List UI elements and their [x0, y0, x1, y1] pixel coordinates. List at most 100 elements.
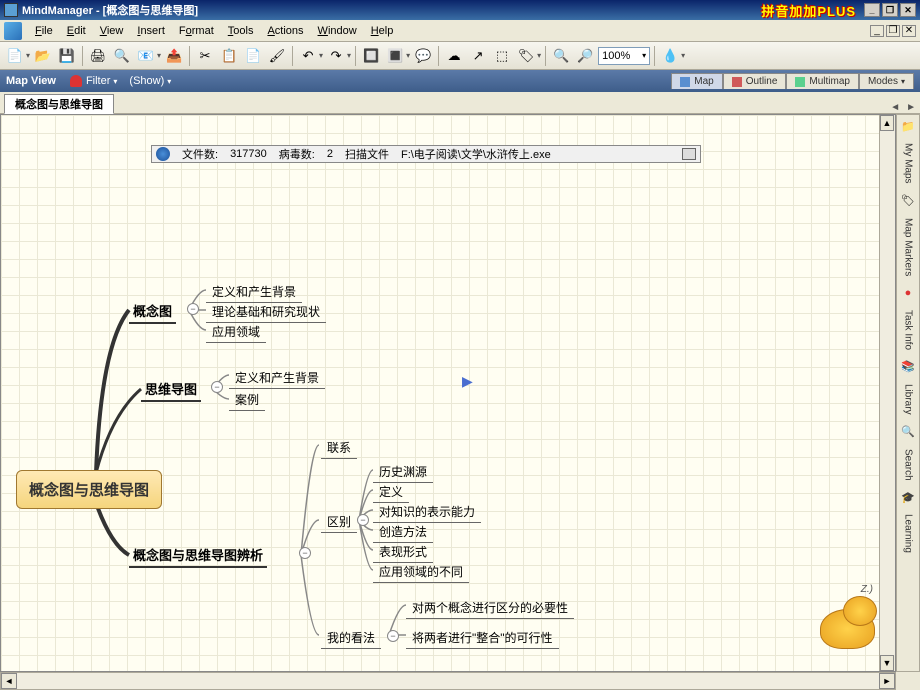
- node-n3b6[interactable]: 应用领域的不同: [373, 561, 469, 583]
- doc-icon[interactable]: [4, 22, 22, 40]
- expand-toggle[interactable]: −: [387, 630, 399, 642]
- expand-toggle[interactable]: −: [357, 514, 369, 526]
- scroll-right[interactable]: ►: [879, 673, 895, 689]
- play-marker-icon[interactable]: ▶: [462, 373, 473, 390]
- preview-button[interactable]: 🔍: [111, 45, 133, 67]
- doc-tab[interactable]: 概念图与思维导图: [4, 94, 114, 114]
- dropdown-icon[interactable]: ▾: [681, 51, 685, 60]
- undo-button[interactable]: ↶: [297, 45, 319, 67]
- expand-toggle[interactable]: −: [187, 303, 199, 315]
- cloud-button[interactable]: ☁: [443, 45, 465, 67]
- filter-button[interactable]: Filter▾: [70, 75, 117, 87]
- vertical-scrollbar[interactable]: ▲ ▼: [879, 115, 895, 671]
- node-n3c[interactable]: 我的看法: [321, 627, 381, 649]
- node-n3b[interactable]: 区别: [321, 511, 357, 533]
- boundary-button[interactable]: ⬚: [491, 45, 513, 67]
- scroll-left[interactable]: ◄: [1, 673, 17, 689]
- taskinfo-icon[interactable]: ●: [901, 286, 915, 300]
- zoom-out-button[interactable]: 🔍: [550, 45, 572, 67]
- menu-window[interactable]: Window: [311, 23, 364, 39]
- close-button[interactable]: ✕: [900, 3, 916, 17]
- redo-button[interactable]: ↷: [325, 45, 347, 67]
- horizontal-scrollbar[interactable]: ◄ ►: [0, 672, 896, 690]
- dropdown-icon[interactable]: ▾: [537, 51, 541, 60]
- topic-button[interactable]: 🔲: [360, 45, 382, 67]
- side-mymaps[interactable]: My Maps: [901, 137, 916, 190]
- mymaps-icon[interactable]: 📁: [901, 119, 915, 133]
- menu-help[interactable]: Help: [364, 23, 401, 39]
- mdi-restore[interactable]: ❐: [886, 25, 900, 37]
- expand-toggle[interactable]: −: [299, 547, 311, 559]
- node-n3b5[interactable]: 表现形式: [373, 541, 433, 563]
- tab-multimap[interactable]: Multimap: [786, 73, 859, 89]
- menu-file[interactable]: File: [28, 23, 60, 39]
- side-search[interactable]: Search: [901, 443, 916, 487]
- node-n1c[interactable]: 应用领域: [206, 321, 266, 343]
- node-concept-map[interactable]: 概念图: [129, 299, 176, 324]
- relationship-button[interactable]: ↗: [467, 45, 489, 67]
- zoom-select[interactable]: 100%▾: [598, 47, 650, 65]
- dropdown-icon[interactable]: ▾: [406, 51, 410, 60]
- dropdown-icon[interactable]: ▾: [26, 51, 30, 60]
- save-button[interactable]: 💾: [56, 45, 78, 67]
- side-learning[interactable]: Learning: [901, 508, 916, 559]
- side-taskinfo[interactable]: Task Info: [901, 304, 916, 356]
- learning-icon[interactable]: 🎓: [901, 490, 915, 504]
- node-mindmap[interactable]: 思维导图: [141, 377, 201, 402]
- node-analysis[interactable]: 概念图与思维导图辨析: [129, 543, 267, 568]
- show-button[interactable]: (Show)▾: [129, 75, 171, 87]
- subtopic-button[interactable]: 🔳: [384, 45, 406, 67]
- tab-prev[interactable]: ◄: [890, 102, 900, 113]
- node-n3c2[interactable]: 将两者进行"整合"的可行性: [406, 627, 559, 649]
- node-n2b[interactable]: 案例: [229, 389, 265, 411]
- mdi-close[interactable]: ✕: [902, 25, 916, 37]
- restore-button[interactable]: ❐: [882, 3, 898, 17]
- menu-tools[interactable]: Tools: [221, 23, 261, 39]
- zoom-in-button[interactable]: 🔎: [574, 45, 596, 67]
- tab-next[interactable]: ►: [906, 102, 916, 113]
- open-button[interactable]: 📂: [32, 45, 54, 67]
- menu-view[interactable]: View: [93, 23, 131, 39]
- minimize-button[interactable]: _: [864, 3, 880, 17]
- library-icon[interactable]: 📚: [901, 360, 915, 374]
- format-painter-button[interactable]: 🖌: [266, 45, 288, 67]
- markers-icon[interactable]: 🏷: [901, 194, 915, 208]
- node-n3b2[interactable]: 定义: [373, 481, 409, 503]
- menu-format[interactable]: Format: [172, 23, 221, 39]
- marker-button[interactable]: 🏷: [515, 45, 537, 67]
- lion-mascot[interactable]: Z.): [805, 594, 875, 649]
- side-markers[interactable]: Map Markers: [901, 212, 916, 282]
- cut-button[interactable]: ✂: [194, 45, 216, 67]
- dropdown-icon[interactable]: ▾: [157, 51, 161, 60]
- root-node[interactable]: 概念图与思维导图: [16, 470, 162, 509]
- side-library[interactable]: Library: [901, 378, 916, 421]
- callout-button[interactable]: 💬: [412, 45, 434, 67]
- paste-button[interactable]: 📄: [242, 45, 264, 67]
- dropdown-icon[interactable]: ▾: [347, 51, 351, 60]
- tab-map[interactable]: Map: [671, 73, 722, 89]
- tab-outline[interactable]: Outline: [723, 73, 787, 89]
- copy-button[interactable]: 📋: [218, 45, 240, 67]
- node-n3c1[interactable]: 对两个概念进行区分的必要性: [406, 597, 574, 619]
- scroll-down[interactable]: ▼: [880, 655, 894, 671]
- fit-button[interactable]: 💧: [659, 45, 681, 67]
- new-button[interactable]: 📄: [4, 45, 26, 67]
- menu-edit[interactable]: Edit: [60, 23, 93, 39]
- node-n3a[interactable]: 联系: [321, 437, 357, 459]
- map-canvas[interactable]: 文件数: 317730 病毒数: 2 扫描文件 F:\电子阅读\文学\水浒传上.…: [0, 114, 896, 672]
- scroll-track[interactable]: [880, 131, 895, 655]
- search-icon[interactable]: 🔍: [901, 425, 915, 439]
- node-n2a[interactable]: 定义和产生背景: [229, 367, 325, 389]
- expand-toggle[interactable]: −: [211, 381, 223, 393]
- scroll-track[interactable]: [17, 673, 879, 689]
- dropdown-icon[interactable]: ▾: [319, 51, 323, 60]
- node-n1b[interactable]: 理论基础和研究现状: [206, 301, 326, 323]
- scroll-up[interactable]: ▲: [880, 115, 894, 131]
- send-button[interactable]: 📧: [135, 45, 157, 67]
- menu-insert[interactable]: Insert: [130, 23, 172, 39]
- print-button[interactable]: 🖨: [87, 45, 109, 67]
- tab-modes[interactable]: Modes▾: [859, 73, 914, 89]
- node-n3b1[interactable]: 历史渊源: [373, 461, 433, 483]
- mdi-minimize[interactable]: _: [870, 25, 884, 37]
- menu-actions[interactable]: Actions: [260, 23, 310, 39]
